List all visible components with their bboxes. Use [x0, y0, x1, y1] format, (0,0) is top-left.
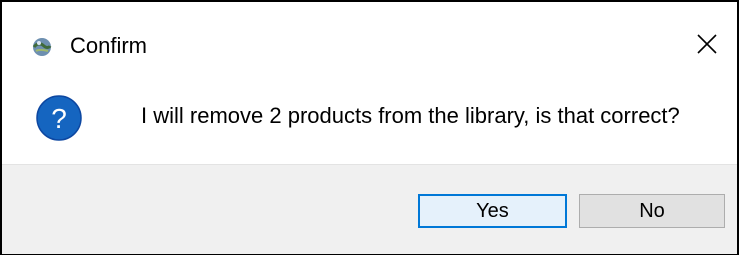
question-icon: ?: [35, 94, 83, 142]
yes-button[interactable]: Yes: [418, 194, 567, 228]
message-text: I will remove 2 products from the librar…: [141, 103, 680, 128]
message-area: ? I will remove 2 products from the libr…: [2, 82, 737, 164]
no-button[interactable]: No: [579, 194, 725, 228]
dialog-title: Confirm: [70, 33, 148, 58]
globe-app-icon: [32, 37, 52, 57]
confirm-dialog: Confirm ? I will remove 2 products from …: [0, 0, 739, 255]
close-icon: [697, 34, 717, 54]
button-bar: Yes No: [2, 164, 737, 254]
title-bar[interactable]: Confirm: [2, 2, 737, 82]
close-button[interactable]: [677, 18, 737, 70]
svg-text:?: ?: [51, 103, 67, 134]
